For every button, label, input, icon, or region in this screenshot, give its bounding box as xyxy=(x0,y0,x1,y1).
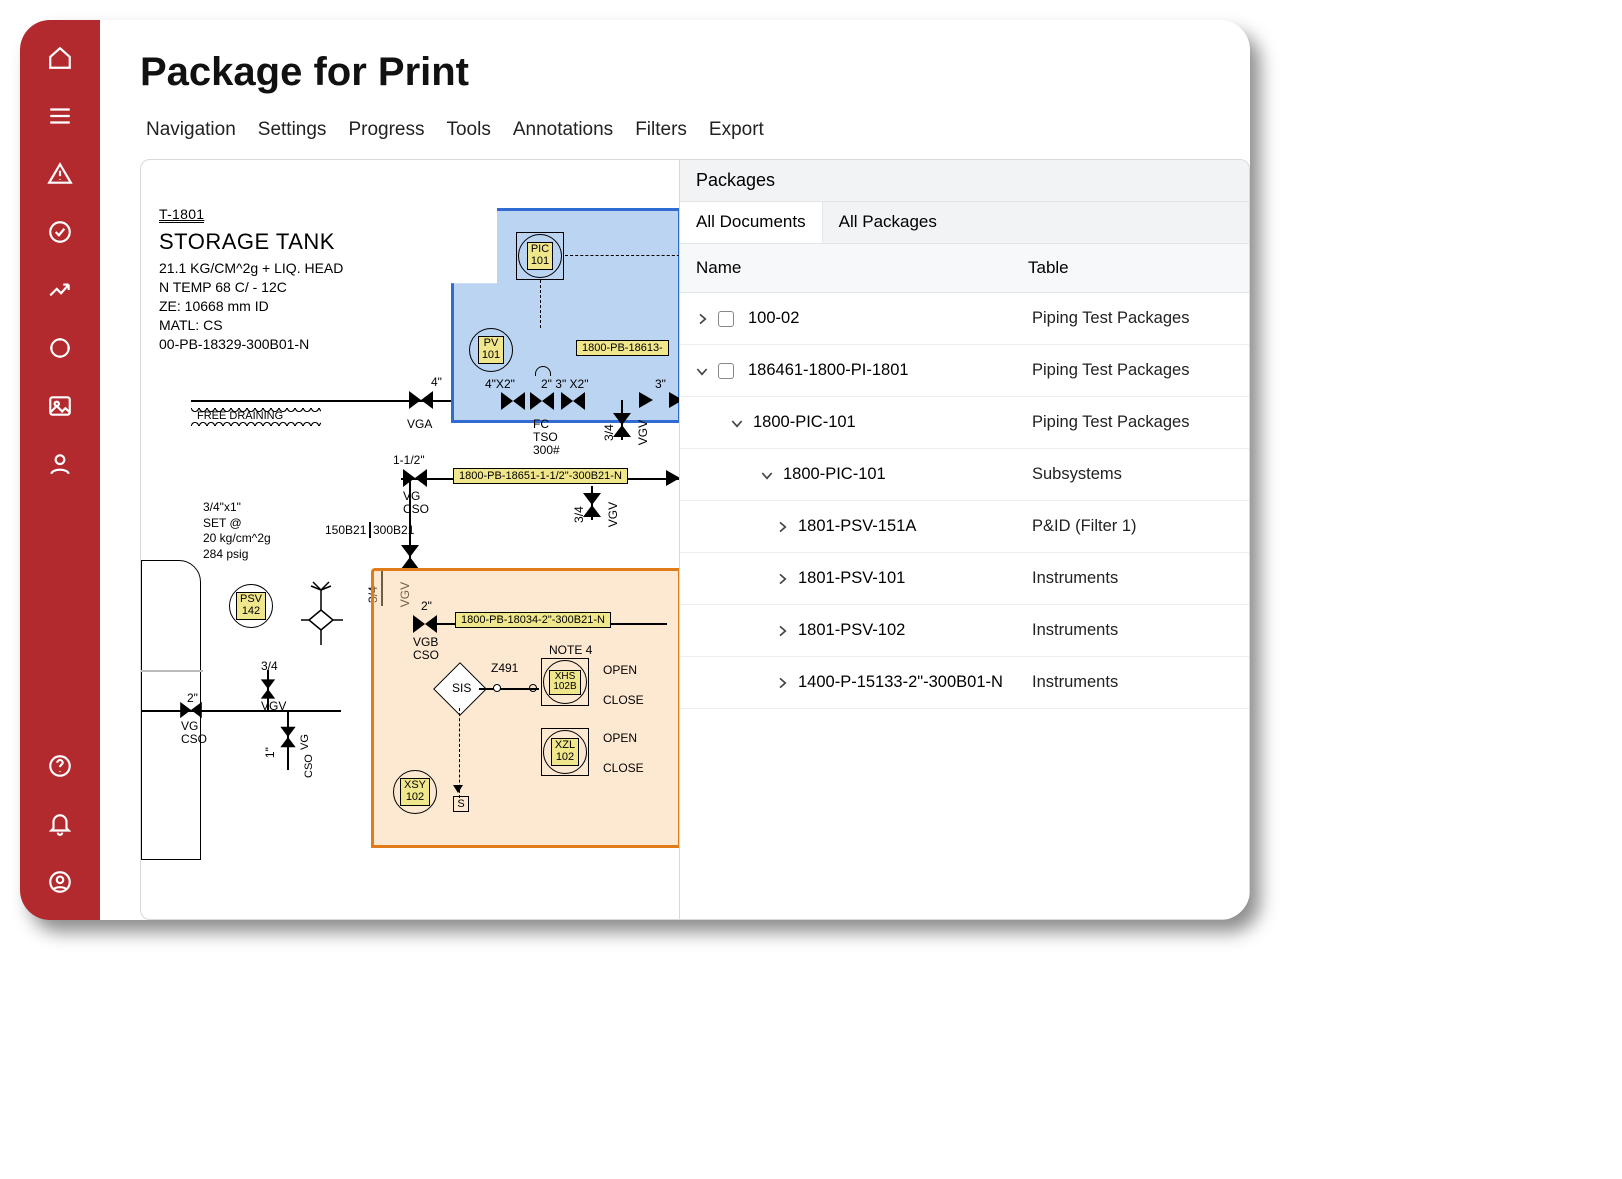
valve-icon xyxy=(280,727,295,747)
warning-icon[interactable] xyxy=(46,160,74,188)
row-table: Subsystems xyxy=(1032,465,1237,484)
menu-annotations[interactable]: Annotations xyxy=(513,119,613,141)
menu-navigation[interactable]: Navigation xyxy=(146,119,236,141)
arrow-icon xyxy=(669,392,680,408)
arrow-icon xyxy=(639,392,653,408)
row-table: P&ID (Filter 1) xyxy=(1032,517,1237,536)
row-name: 186461-1800-PI-1801 xyxy=(748,361,1032,380)
trend-icon[interactable] xyxy=(46,276,74,304)
row-table: Piping Test Packages xyxy=(1032,309,1237,328)
bell-icon[interactable] xyxy=(46,810,74,838)
row-table: Instruments xyxy=(1032,569,1237,588)
menu-bar: Navigation Settings Progress Tools Annot… xyxy=(140,119,1250,141)
page-title: Package for Print xyxy=(140,50,1250,95)
chevron-right-icon[interactable] xyxy=(772,675,792,691)
chevron-down-icon[interactable] xyxy=(757,467,777,483)
row-checkbox[interactable] xyxy=(718,363,734,379)
instrument-pv101: PV 101 xyxy=(469,328,513,372)
package-row[interactable]: 1800-PIC-101Subsystems xyxy=(680,449,1249,501)
col-table[interactable]: Table xyxy=(1028,258,1233,278)
packages-panel: Packages All Documents All Packages Name… xyxy=(680,159,1250,920)
row-name: 1801-PSV-151A xyxy=(798,517,1032,536)
instrument-xhs102b: XHS 102B xyxy=(543,660,587,704)
tab-all-documents[interactable]: All Documents xyxy=(680,202,823,244)
row-name: 1400-P-15133-2"-300B01-N xyxy=(798,673,1032,692)
valve-icon xyxy=(261,679,275,698)
row-name: 100-02 xyxy=(748,309,1032,328)
instrument-psv142: PSV 142 xyxy=(229,584,273,628)
home-icon[interactable] xyxy=(46,44,74,72)
panel-tabs: All Documents All Packages xyxy=(680,202,1249,243)
user-icon[interactable] xyxy=(46,450,74,478)
arrow-icon xyxy=(666,470,680,486)
panel-column-headers: Name Table xyxy=(680,243,1249,293)
row-table: Instruments xyxy=(1032,673,1237,692)
valve-icon xyxy=(180,702,202,718)
row-name: 1800-PIC-101 xyxy=(753,413,1032,432)
menu-tools[interactable]: Tools xyxy=(446,119,490,141)
relief-valve-icon xyxy=(291,580,351,650)
line-tag-2: 1800-PB-18651-1-1/2"-300B21-N xyxy=(453,468,628,484)
valve-icon xyxy=(401,545,419,569)
menu-filters[interactable]: Filters xyxy=(635,119,687,141)
package-row[interactable]: 1801-PSV-101Instruments xyxy=(680,553,1249,605)
row-checkbox[interactable] xyxy=(718,311,734,327)
valve-icon xyxy=(403,469,427,487)
content: T-1801 STORAGE TANK 21.1 KG/CM^2g + LIQ.… xyxy=(140,159,1250,920)
package-row[interactable]: 1801-PSV-102Instruments xyxy=(680,605,1249,657)
tab-all-packages[interactable]: All Packages xyxy=(823,202,953,243)
valve-icon xyxy=(413,615,437,633)
instrument-xsy102: XSY 102 xyxy=(393,770,437,814)
row-name: 1801-PSV-102 xyxy=(798,621,1032,640)
equipment-specs: 21.1 KG/CM^2g + LIQ. HEAD N TEMP 68 C/ -… xyxy=(159,259,343,353)
chevron-right-icon[interactable] xyxy=(772,571,792,587)
relief-spec: 3/4"x1" SET @ 20 kg/cm^2g 284 psig xyxy=(203,500,271,562)
equipment-title: STORAGE TANK xyxy=(159,229,343,255)
valve-icon xyxy=(501,392,525,410)
menu-icon[interactable] xyxy=(46,102,74,130)
equipment-number: T-1801 xyxy=(159,206,204,223)
valve-icon xyxy=(409,391,433,409)
row-name: 1800-PIC-101 xyxy=(783,465,1032,484)
line-tag-3: 1800-PB-18034-2"-300B21-N xyxy=(455,612,611,628)
row-table: Instruments xyxy=(1032,621,1237,640)
menu-settings[interactable]: Settings xyxy=(258,119,327,141)
diagram-panel[interactable]: T-1801 STORAGE TANK 21.1 KG/CM^2g + LIQ.… xyxy=(140,159,680,920)
package-row[interactable]: 1801-PSV-151AP&ID (Filter 1) xyxy=(680,501,1249,553)
package-row[interactable]: 100-02Piping Test Packages xyxy=(680,293,1249,345)
panel-rows: 100-02Piping Test Packages186461-1800-PI… xyxy=(680,293,1249,919)
node-icon[interactable] xyxy=(46,334,74,362)
instrument-pic101: PIC 101 xyxy=(518,234,562,278)
valve-icon xyxy=(561,392,585,410)
account-icon[interactable] xyxy=(46,868,74,896)
menu-export[interactable]: Export xyxy=(709,119,764,141)
package-row[interactable]: 1400-P-15133-2"-300B01-NInstruments xyxy=(680,657,1249,709)
instrument-xzl102: XZL 102 xyxy=(543,730,587,774)
app-frame: Package for Print Navigation Settings Pr… xyxy=(20,20,1250,920)
menu-progress[interactable]: Progress xyxy=(348,119,424,141)
chevron-right-icon[interactable] xyxy=(772,519,792,535)
main-area: Package for Print Navigation Settings Pr… xyxy=(100,20,1250,920)
chevron-right-icon[interactable] xyxy=(772,623,792,639)
panel-header: Packages xyxy=(680,160,1249,202)
image-icon[interactable] xyxy=(46,392,74,420)
row-table: Piping Test Packages xyxy=(1032,361,1237,380)
help-icon[interactable] xyxy=(46,752,74,780)
row-table: Piping Test Packages xyxy=(1032,413,1237,432)
chevron-down-icon[interactable] xyxy=(692,363,712,379)
col-name[interactable]: Name xyxy=(696,258,1028,278)
row-name: 1801-PSV-101 xyxy=(798,569,1032,588)
check-circle-icon[interactable] xyxy=(46,218,74,246)
valve-icon xyxy=(530,392,554,410)
line-tag-1: 1800-PB-18613- xyxy=(576,340,669,356)
package-row[interactable]: 1800-PIC-101Piping Test Packages xyxy=(680,397,1249,449)
nav-rail xyxy=(20,20,100,920)
chevron-down-icon[interactable] xyxy=(727,415,747,431)
chevron-right-icon[interactable] xyxy=(692,311,712,327)
package-row[interactable]: 186461-1800-PI-1801Piping Test Packages xyxy=(680,345,1249,397)
